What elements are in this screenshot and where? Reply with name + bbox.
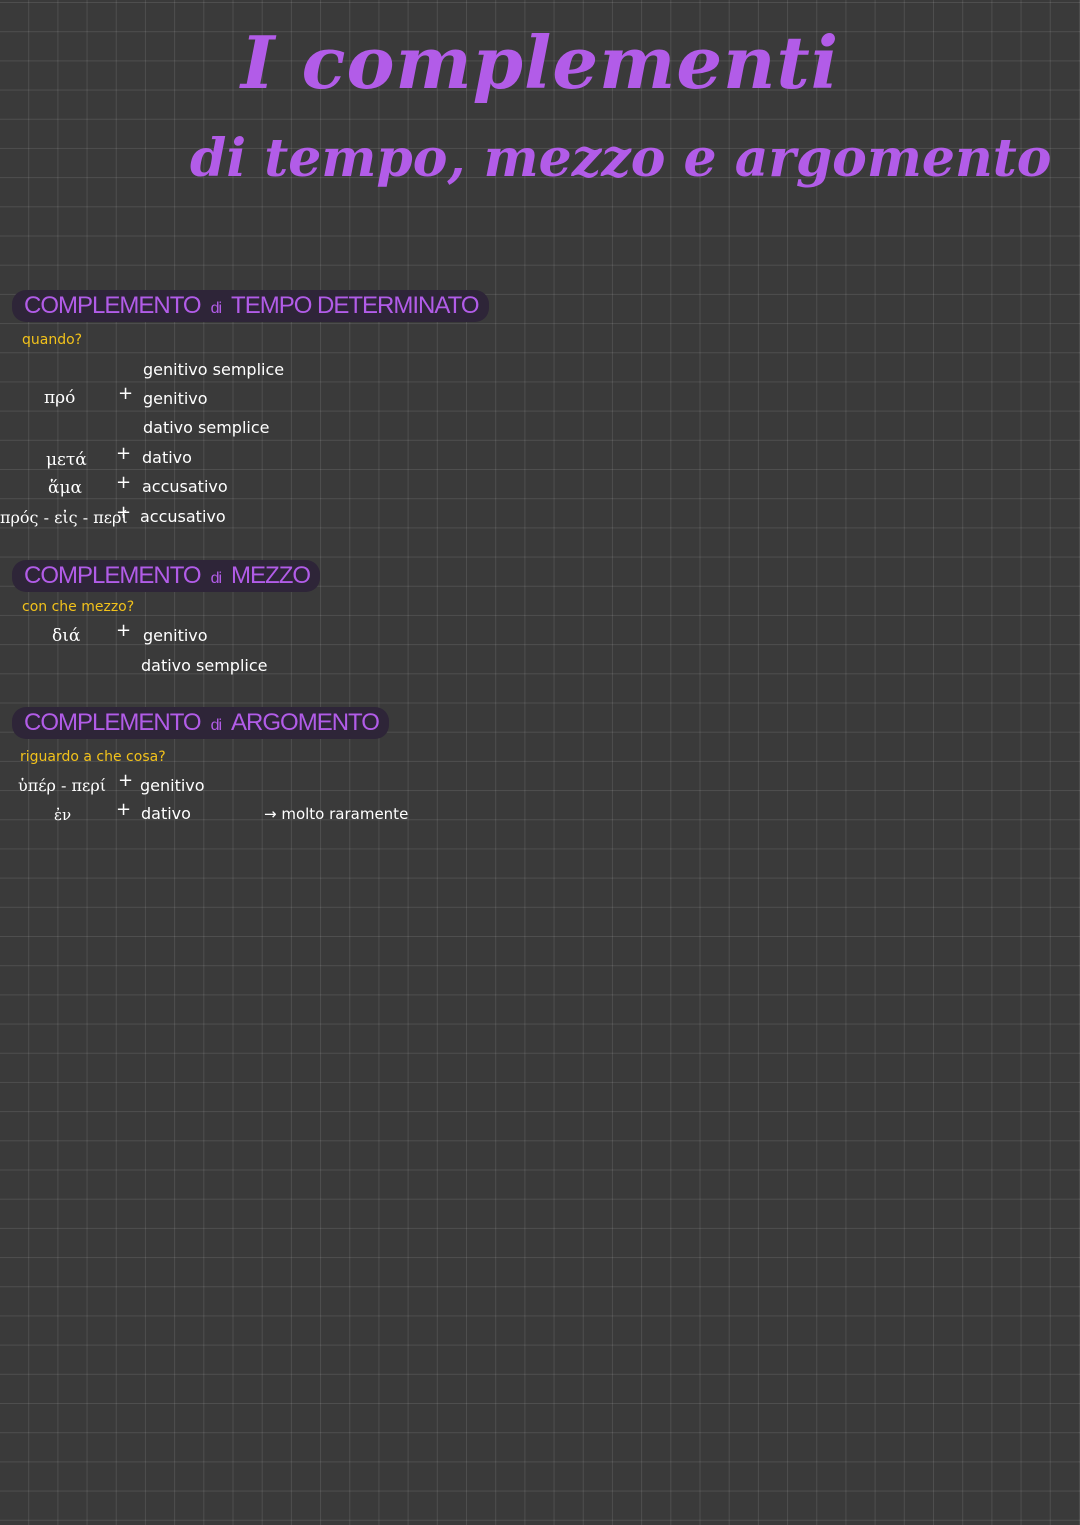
question-argomento: riguardo a che cosa? bbox=[20, 749, 166, 765]
case-mezzo-1: genitivo bbox=[143, 626, 208, 645]
case-tempo-pro-3: dativo semplice bbox=[143, 418, 270, 437]
prep-dia: διά bbox=[52, 626, 81, 646]
heading-argomento-part3: ARGOMENTO bbox=[231, 709, 380, 736]
heading-tempo: COMPLEMENTO di TEMPO DETERMINATO bbox=[12, 290, 489, 322]
heading-mezzo-part2: di bbox=[210, 570, 222, 587]
heading-tempo-part2: di bbox=[210, 300, 222, 317]
case-tempo-meta: dativo bbox=[142, 448, 192, 467]
prep-pros-eis-peri: πρός - εἰς - περί bbox=[0, 508, 128, 527]
plus-sign: + bbox=[116, 502, 132, 523]
plus-sign: + bbox=[116, 443, 132, 464]
plus-sign: + bbox=[118, 383, 134, 404]
case-tempo-pros: accusativo bbox=[140, 507, 226, 526]
heading-tempo-part3: TEMPO DETERMINATO bbox=[231, 292, 479, 319]
case-argomento-2: dativo bbox=[141, 804, 191, 823]
plus-sign: + bbox=[116, 799, 132, 820]
page-title: I complementi bbox=[240, 20, 840, 105]
case-argomento-1: genitivo bbox=[140, 776, 205, 795]
plus-sign: + bbox=[116, 620, 132, 641]
heading-argomento-part2: di bbox=[210, 717, 222, 734]
heading-argomento-part1: COMPLEMENTO bbox=[24, 709, 202, 736]
heading-mezzo-part1: COMPLEMENTO bbox=[24, 562, 202, 589]
plus-sign: + bbox=[118, 770, 134, 791]
prep-hyper-peri: ὑπέρ - περί bbox=[18, 776, 106, 795]
note-raramente: → molto raramente bbox=[264, 805, 409, 823]
question-mezzo: con che mezzo? bbox=[22, 599, 135, 615]
heading-mezzo-part3: MEZZO bbox=[231, 562, 311, 589]
heading-argomento: COMPLEMENTO di ARGOMENTO bbox=[12, 707, 389, 739]
heading-tempo-part1: COMPLEMENTO bbox=[24, 292, 202, 319]
case-tempo-pro-1: genitivo semplice bbox=[143, 360, 285, 379]
plus-sign: + bbox=[116, 472, 132, 493]
case-tempo-pro-2: genitivo bbox=[143, 389, 208, 408]
prep-pro: πρό bbox=[44, 388, 76, 408]
case-mezzo-2: dativo semplice bbox=[141, 656, 268, 675]
question-tempo: quando? bbox=[22, 332, 83, 348]
page-subtitle: di tempo, mezzo e argomento bbox=[190, 128, 1052, 189]
prep-hama: ἅμα bbox=[48, 478, 83, 498]
heading-mezzo: COMPLEMENTO di MEZZO bbox=[12, 560, 321, 592]
prep-meta: μετά bbox=[46, 450, 87, 470]
case-tempo-hama: accusativo bbox=[142, 477, 228, 496]
prep-en: ἐν bbox=[54, 806, 72, 824]
